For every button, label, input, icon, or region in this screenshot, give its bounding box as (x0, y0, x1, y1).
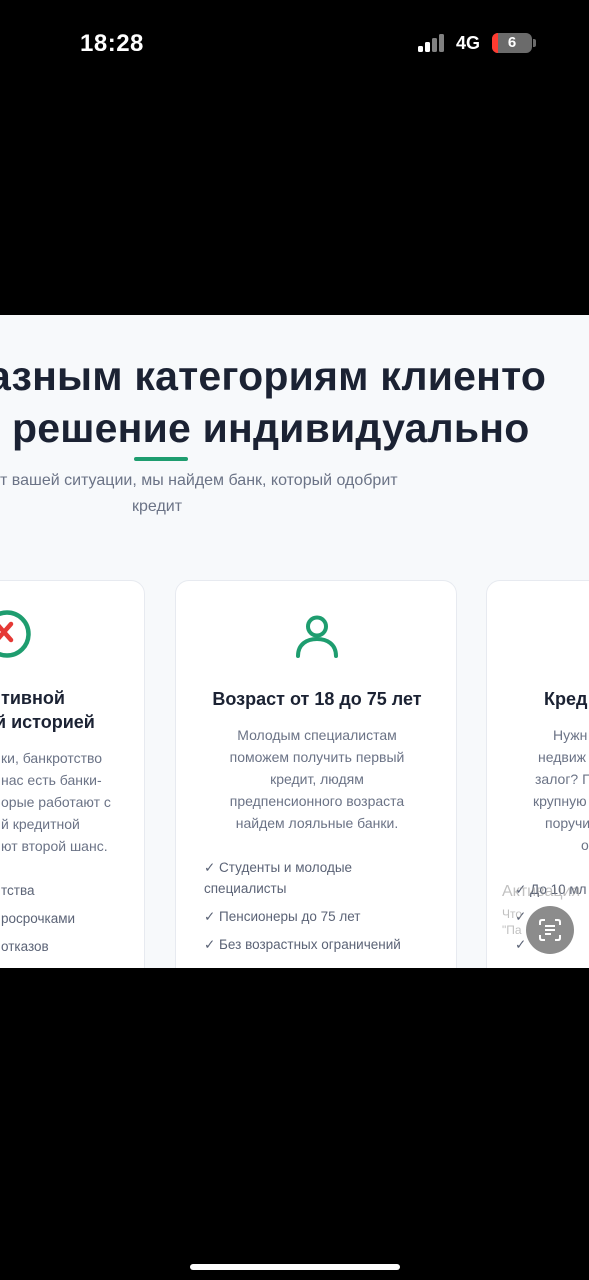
activation-watermark-title: Активация (502, 883, 581, 900)
card-mid-text-1: Молодым специалистам (237, 727, 397, 743)
card-right-text-2: недвиж (538, 749, 587, 765)
card-mid-check-2: ✓ Пенсионеры до 75 лет (204, 909, 361, 924)
title-underline (134, 457, 188, 461)
card-mid-text-3: кредит, людям (270, 771, 364, 787)
status-bar: 18:28 4G 6 (0, 0, 589, 90)
card-left-text-5: ют второй шанс. (1, 838, 108, 854)
card-right-text-1: Нужн (553, 727, 588, 743)
card-right-text-4: крупную (533, 793, 587, 809)
clock: 18:28 (80, 30, 144, 57)
activation-watermark-text-2: "Па (502, 923, 522, 937)
activation-watermark-text-1: Что (502, 907, 523, 921)
card-left-text-3: орые работают с (1, 794, 111, 810)
scan-text-icon (539, 919, 561, 941)
card-right-text-5: поручи (545, 815, 589, 831)
card-mid-check-3: ✓ Без возрастных ограничений (204, 937, 401, 952)
card-left-text-2: нас есть банки- (1, 772, 102, 788)
home-indicator[interactable] (190, 1264, 400, 1270)
hero-subtitle-line2: кредит (132, 498, 183, 515)
card-left-text-1: ки, банкротство (1, 750, 103, 766)
card-age[interactable]: Возраст от 18 до 75 лет Молодым специали… (175, 580, 457, 968)
network-type: 4G (456, 33, 481, 53)
battery-icon: 6 (492, 33, 532, 53)
card-left-title-line1: тивной (1, 688, 65, 708)
hero-title-line1: азным категориям клиенто (0, 353, 547, 399)
card-right-check-3: ✓ (515, 937, 527, 952)
card-left-text-4: й кредитной (1, 816, 80, 832)
card-mid-text-5: найдем лояльные банки. (235, 815, 399, 831)
card-left-title-line2: й историей (0, 712, 95, 732)
x-circle-icon (0, 610, 31, 658)
battery-cap (533, 39, 536, 47)
web-content: азным категориям клиенто решение индивид… (0, 315, 589, 968)
card-mid-check-1-cont: специалисты (204, 881, 287, 896)
card-right-text-3: залог? Г (535, 771, 589, 787)
battery-percent: 6 (507, 34, 517, 51)
hero-title-line2: решение индивидуально (12, 405, 530, 451)
card-mid-check-1: ✓ Студенты и молодые (204, 860, 353, 875)
user-icon (296, 615, 338, 658)
cellular-signal-icon (418, 34, 448, 52)
card-mid-title: Возраст от 18 до 75 лет (212, 689, 422, 709)
card-credit-history[interactable]: тивной й историей ки, банкротство нас ес… (0, 580, 145, 968)
card-right-text-6: о (581, 837, 589, 853)
card-right-title: Кред (544, 689, 588, 709)
hero-subtitle-line1: т вашей ситуации, мы найдем банк, которы… (0, 472, 398, 489)
card-left-check-2: росрочками (1, 911, 76, 926)
card-left-check-1: тства (1, 883, 35, 898)
card-left-check-3: отказов (1, 939, 49, 954)
card-mid-text-2: поможем получить первый (229, 749, 405, 765)
text-scan-button[interactable] (526, 906, 574, 954)
card-mid-text-4: предпенсионного возраста (229, 793, 405, 809)
